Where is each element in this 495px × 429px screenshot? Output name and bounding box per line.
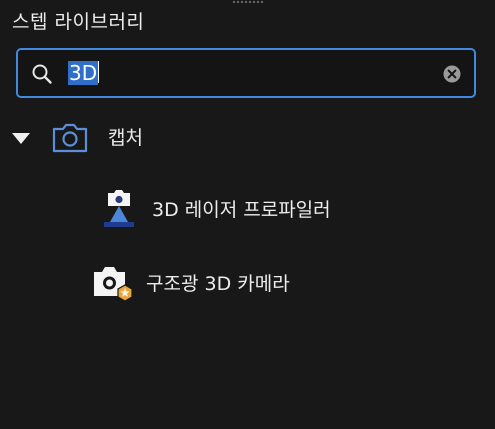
expand-triangle-icon[interactable] (10, 127, 32, 149)
laser-profiler-icon (104, 190, 134, 227)
search-icon (32, 64, 52, 84)
camera-icon (52, 123, 88, 153)
search-input-selected-text: 3D (68, 61, 99, 85)
panel-title: 스텝 라이브러리 (12, 11, 145, 33)
tree-item-structured-light-camera[interactable]: 구조광 3D 카메라 (90, 260, 290, 308)
clear-search-icon[interactable] (442, 64, 462, 84)
tree-item-label: 3D 레이저 프로파일러 (152, 199, 331, 221)
search-field[interactable]: 3D (16, 48, 476, 98)
step-library-panel: 스텝 라이브러리 3D 캡처 3D 레이저 프로파일러 구조광 3D 카메라 (0, 0, 495, 429)
panel-drag-handle[interactable] (232, 0, 264, 4)
text-caret (98, 61, 100, 83)
tree-category-label: 캡처 (108, 127, 143, 149)
tree-item-laser-profiler[interactable]: 3D 레이저 프로파일러 (96, 186, 331, 234)
structured-light-camera-icon (94, 267, 133, 302)
tree-category-capture[interactable]: 캡처 (10, 118, 143, 158)
search-input[interactable]: 3D (68, 59, 428, 87)
tree-item-label: 구조광 3D 카메라 (146, 273, 290, 295)
